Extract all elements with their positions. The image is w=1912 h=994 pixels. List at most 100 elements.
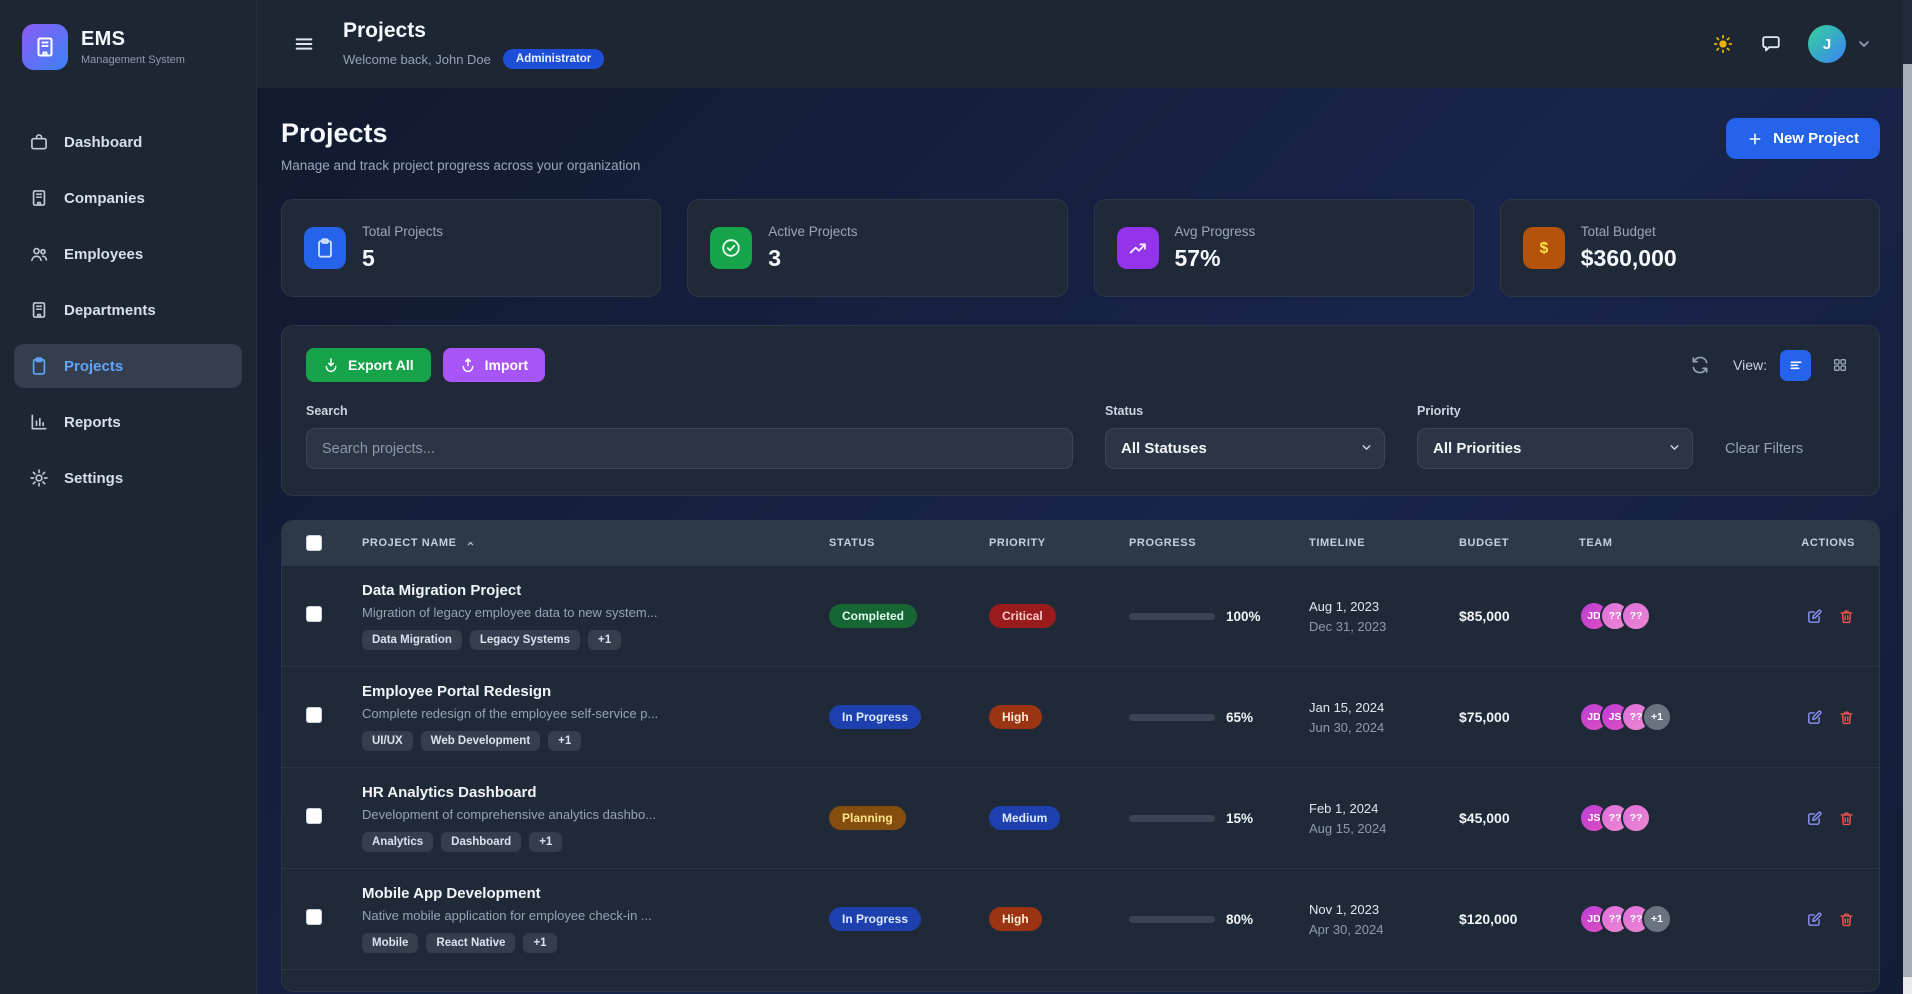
column-header-label: BUDGET — [1459, 537, 1509, 549]
progress-bar — [1129, 714, 1215, 721]
progress-bar — [1129, 613, 1215, 620]
list-icon — [1788, 357, 1804, 373]
projects-table: PROJECT NAMESTATUSPRIORITYPROGRESSTIMELI… — [281, 520, 1880, 992]
sort-up-icon — [464, 537, 477, 550]
column-header-actions[interactable]: ACTIONS — [1769, 537, 1855, 549]
app-root: EMS Management System DashboardCompanies… — [0, 0, 1912, 994]
priority-badge: High — [989, 705, 1042, 729]
tag-chip: Mobile — [362, 933, 418, 953]
project-description: Development of comprehensive analytics d… — [362, 807, 809, 822]
import-button[interactable]: Import — [443, 348, 546, 382]
avatar[interactable]: J — [1808, 25, 1846, 63]
timeline-end: Apr 30, 2024 — [1309, 922, 1459, 937]
team-avatar[interactable]: +1 — [1642, 904, 1672, 934]
team-avatars: JDJS??+1 — [1579, 702, 1769, 732]
sidebar-item-label: Employees — [64, 246, 143, 263]
tag-chip: Web Development — [421, 731, 540, 751]
stat-value: 57% — [1175, 245, 1256, 272]
menu-icon[interactable] — [293, 33, 315, 55]
sidebar-item-departments[interactable]: Departments — [14, 288, 242, 332]
user-menu[interactable]: J — [1808, 25, 1872, 63]
column-header-team[interactable]: TEAM — [1579, 537, 1769, 549]
progress-cell: 80% — [1129, 912, 1309, 927]
delete-icon[interactable] — [1838, 709, 1855, 726]
list-view-button[interactable] — [1780, 350, 1811, 381]
clear-filters-button[interactable]: Clear Filters — [1725, 441, 1855, 469]
sidebar-item-companies[interactable]: Companies — [14, 176, 242, 220]
team-avatar[interactable]: ?? — [1621, 803, 1651, 833]
sidebar-item-settings[interactable]: Settings — [14, 456, 242, 500]
tag-chip: Dashboard — [441, 832, 521, 852]
column-header-project-name[interactable]: PROJECT NAME — [362, 537, 829, 550]
row-checkbox[interactable] — [306, 909, 322, 925]
table-row-partial — [282, 969, 1879, 991]
stat-card-active-projects: Active Projects3 — [687, 199, 1067, 297]
edit-icon[interactable] — [1806, 911, 1823, 928]
row-checkbox[interactable] — [306, 606, 322, 622]
column-header-priority[interactable]: PRIORITY — [989, 537, 1129, 549]
theme-toggle-sun-icon[interactable] — [1712, 33, 1734, 55]
stat-card-total-budget: $Total Budget$360,000 — [1500, 199, 1880, 297]
tag-chip: +1 — [529, 832, 562, 852]
delete-icon[interactable] — [1838, 810, 1855, 827]
building-icon — [29, 300, 49, 320]
project-description: Native mobile application for employee c… — [362, 908, 809, 923]
project-description: Migration of legacy employee data to new… — [362, 605, 809, 620]
clipboard-icon — [304, 227, 346, 269]
ems-logo-icon — [22, 24, 68, 70]
delete-icon[interactable] — [1838, 911, 1855, 928]
progress-value: 15% — [1226, 811, 1253, 826]
status-select[interactable]: All Statuses — [1105, 428, 1385, 469]
status-field: Status All Statuses — [1105, 404, 1385, 469]
sidebar-item-projects[interactable]: Projects — [14, 344, 242, 388]
role-badge: Administrator — [503, 49, 604, 69]
stat-label: Total Budget — [1581, 224, 1677, 239]
edit-icon[interactable] — [1806, 709, 1823, 726]
export-all-button[interactable]: Export All — [306, 348, 431, 382]
page-header: Projects Manage and track project progre… — [281, 118, 1880, 173]
team-avatar[interactable]: ?? — [1621, 601, 1651, 631]
column-header-progress[interactable]: PROGRESS — [1129, 537, 1309, 549]
edit-icon[interactable] — [1806, 608, 1823, 625]
dollar-icon: $ — [1523, 227, 1565, 269]
project-name[interactable]: HR Analytics Dashboard — [362, 784, 809, 801]
timeline-end: Aug 15, 2024 — [1309, 821, 1459, 836]
tag-chip: +1 — [548, 731, 581, 751]
project-tags: Data MigrationLegacy Systems+1 — [362, 630, 809, 650]
priority-select[interactable]: All Priorities — [1417, 428, 1693, 469]
stats-row: Total Projects5Active Projects3Avg Progr… — [281, 199, 1880, 297]
page-title: Projects — [281, 118, 640, 149]
sidebar-item-label: Companies — [64, 190, 145, 207]
select-all-checkbox[interactable] — [306, 535, 322, 551]
column-header-label: TEAM — [1579, 537, 1613, 549]
priority-badge: High — [989, 907, 1042, 931]
edit-icon[interactable] — [1806, 810, 1823, 827]
search-input[interactable] — [306, 428, 1073, 469]
project-name[interactable]: Mobile App Development — [362, 885, 809, 902]
priority-badge: Medium — [989, 806, 1060, 830]
sidebar-item-employees[interactable]: Employees — [14, 232, 242, 276]
column-header-budget[interactable]: BUDGET — [1459, 537, 1579, 549]
column-header-status[interactable]: STATUS — [829, 537, 989, 549]
tag-chip: UI/UX — [362, 731, 413, 751]
scrollbar-thumb[interactable] — [1903, 64, 1912, 977]
chat-icon[interactable] — [1760, 33, 1782, 55]
new-project-button[interactable]: New Project — [1726, 118, 1880, 159]
grid-view-button[interactable] — [1824, 350, 1855, 381]
sidebar-item-label: Reports — [64, 414, 121, 431]
row-checkbox[interactable] — [306, 707, 322, 723]
stat-value: 5 — [362, 245, 443, 272]
team-avatar[interactable]: +1 — [1642, 702, 1672, 732]
sidebar-item-reports[interactable]: Reports — [14, 400, 242, 444]
sidebar-item-label: Departments — [64, 302, 156, 319]
budget-value: $75,000 — [1459, 709, 1579, 725]
row-checkbox[interactable] — [306, 808, 322, 824]
column-header-timeline[interactable]: TIMELINE — [1309, 537, 1459, 549]
refresh-icon[interactable] — [1690, 355, 1710, 375]
vertical-scrollbar — [1903, 0, 1912, 994]
project-name[interactable]: Employee Portal Redesign — [362, 683, 809, 700]
sidebar-item-dashboard[interactable]: Dashboard — [14, 120, 242, 164]
project-name[interactable]: Data Migration Project — [362, 582, 809, 599]
trending-up-icon — [1117, 227, 1159, 269]
delete-icon[interactable] — [1838, 608, 1855, 625]
